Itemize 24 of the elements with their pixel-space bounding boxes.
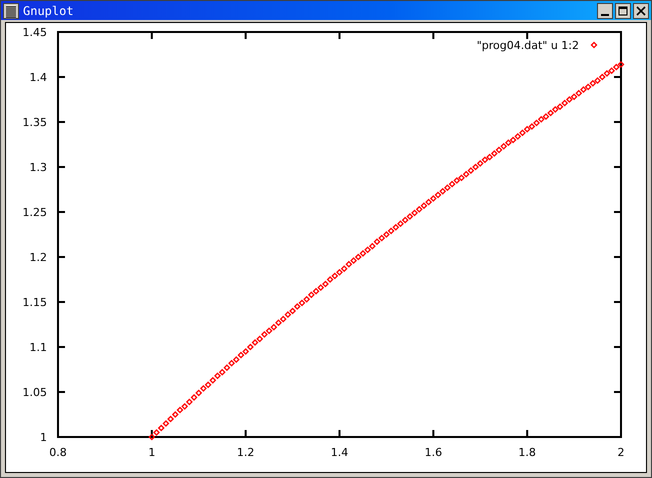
x-tick-label: 1.2 xyxy=(236,446,254,459)
legend-label: "prog04.dat" u 1:2 xyxy=(476,39,579,52)
x-tick-label: 1.6 xyxy=(424,446,442,459)
y-tick-label: 1.2 xyxy=(30,251,47,264)
y-tick-label: 1.1 xyxy=(30,341,47,354)
y-tick-label: 1.25 xyxy=(22,206,47,219)
y-tick-label: 1.35 xyxy=(22,116,47,129)
maximize-button[interactable] xyxy=(615,2,631,18)
y-tick-label: 1.05 xyxy=(22,386,47,399)
y-tick-label: 1.4 xyxy=(30,71,47,84)
x-tick-label: 0.8 xyxy=(49,446,67,459)
y-tick-label: 1.45 xyxy=(22,26,47,39)
legend-marker xyxy=(590,42,598,48)
y-tick-label: 1 xyxy=(40,431,47,444)
x-tick-label: 1.8 xyxy=(518,446,536,459)
close-button[interactable] xyxy=(633,2,649,18)
window-title: Gnuplot xyxy=(23,4,74,18)
y-tick-label: 1.15 xyxy=(22,296,47,309)
y-tick-label: 1.3 xyxy=(30,161,47,174)
minimize-button[interactable] xyxy=(597,2,613,18)
menu-icon[interactable] xyxy=(3,2,19,18)
x-tick-label: 2 xyxy=(618,446,624,459)
x-tick-label: 1 xyxy=(148,446,156,459)
x-tick-label: 1.4 xyxy=(330,446,348,459)
